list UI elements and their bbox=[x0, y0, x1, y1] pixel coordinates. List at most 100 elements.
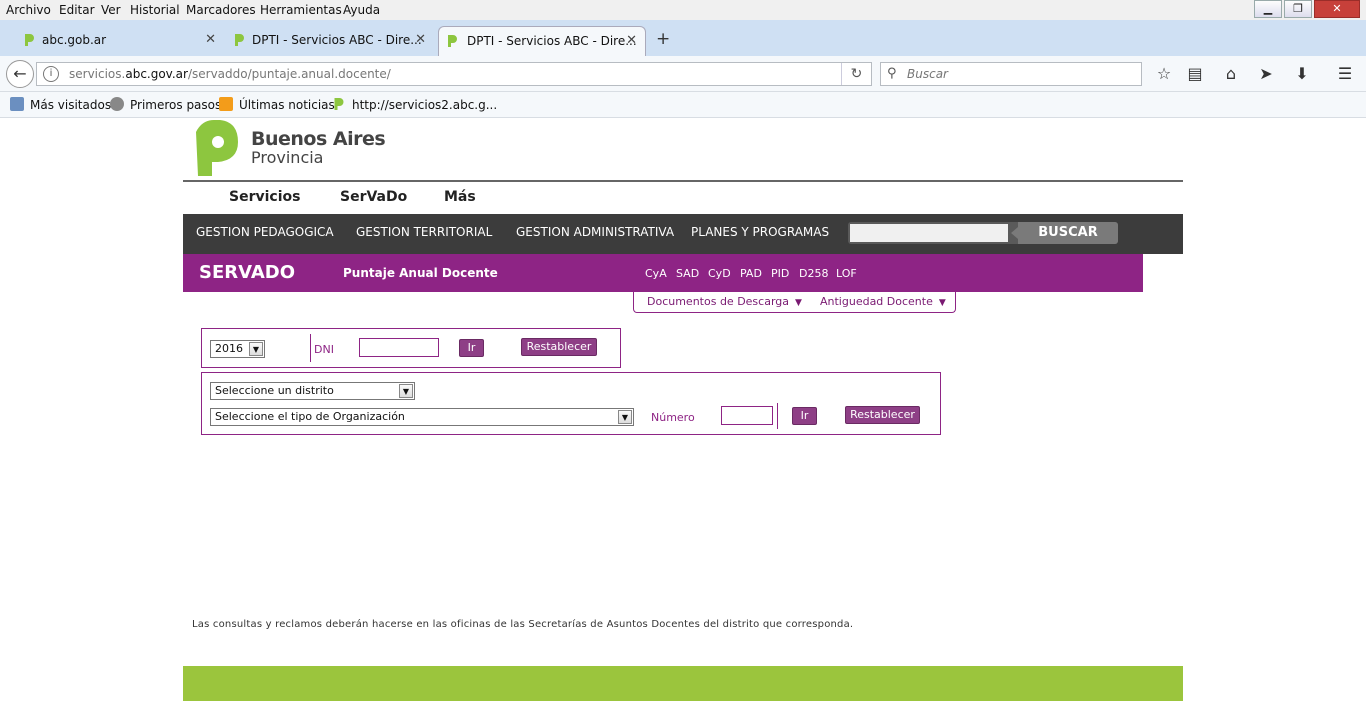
home-icon[interactable]: ⌂ bbox=[1219, 62, 1243, 86]
close-tab-icon[interactable]: ✕ bbox=[415, 32, 426, 47]
chevron-down-icon: ▼ bbox=[399, 384, 413, 398]
servado-title[interactable]: SERVADO bbox=[199, 262, 295, 283]
tab-dpti-active[interactable]: DPTI - Servicios ABC - Dire... ✕ bbox=[438, 26, 646, 56]
buenos-aires-logo[interactable]: Buenos Aires Provincia bbox=[194, 118, 394, 180]
distrito-select[interactable]: Seleccione un distrito ▼ bbox=[210, 382, 415, 400]
new-tab-button[interactable]: + bbox=[656, 29, 670, 49]
dni-go-button[interactable]: Ir bbox=[459, 339, 484, 357]
tab-label: DPTI - Servicios ABC - Dire... bbox=[252, 33, 422, 47]
menu-archivo[interactable]: Archivo bbox=[6, 3, 51, 17]
dni-input[interactable] bbox=[359, 338, 439, 357]
tipo-organizacion-select[interactable]: Seleccione el tipo de Organización ▼ bbox=[210, 408, 634, 426]
site-search-input[interactable] bbox=[850, 224, 1008, 242]
brand-line2: Provincia bbox=[251, 148, 324, 167]
globe-icon bbox=[110, 97, 124, 111]
pba-leaf-icon bbox=[235, 34, 244, 46]
organization-reset-button[interactable]: Restablecer bbox=[845, 406, 920, 424]
link-sad[interactable]: SAD bbox=[676, 267, 699, 280]
nav-mas[interactable]: Más bbox=[444, 189, 476, 205]
rss-icon bbox=[219, 97, 233, 111]
reload-icon[interactable]: ↻ bbox=[841, 63, 871, 85]
nav-gestion-pedagogica[interactable]: GESTION PEDAGOGICA bbox=[196, 225, 334, 239]
buscar-button[interactable]: BUSCAR bbox=[1018, 222, 1118, 244]
nav-planes-y-programas[interactable]: PLANES Y PROGRAMAS bbox=[691, 225, 829, 239]
hamburger-menu-icon[interactable]: ☰ bbox=[1333, 62, 1357, 86]
maximize-button[interactable]: ❐ bbox=[1284, 0, 1312, 18]
bookmark-primeros-pasos[interactable]: Primeros pasos bbox=[110, 97, 221, 112]
most-visited-icon bbox=[10, 97, 24, 111]
pba-leaf-icon bbox=[334, 98, 344, 110]
chevron-down-icon: ▼ bbox=[618, 410, 632, 424]
url-text: servicios.abc.gov.ar/servaddo/puntaje.an… bbox=[69, 67, 391, 81]
window-controls: ▁ ❐ ✕ bbox=[1252, 0, 1360, 20]
link-pid[interactable]: PID bbox=[771, 267, 789, 280]
send-icon[interactable]: ➤ bbox=[1254, 62, 1278, 86]
menu-documentos-de-descarga[interactable]: Documentos de Descarga ▼ bbox=[647, 295, 802, 308]
pba-leaf-icon bbox=[25, 34, 34, 46]
menu-ayuda[interactable]: Ayuda bbox=[343, 3, 380, 17]
back-arrow-icon: ← bbox=[13, 64, 27, 83]
bookmarks-toolbar: Más visitados Primeros pasos Últimas not… bbox=[0, 92, 1366, 118]
nav-servado[interactable]: SerVaDo bbox=[340, 189, 407, 205]
servado-subtitle: Puntaje Anual Docente bbox=[343, 266, 498, 280]
bookmark-ultimas-noticias[interactable]: Últimas noticias bbox=[219, 97, 335, 112]
close-window-button[interactable]: ✕ bbox=[1314, 0, 1360, 18]
dropdown-arrow-icon: ▼ bbox=[938, 298, 946, 308]
nav-servicios[interactable]: Servicios bbox=[229, 189, 300, 205]
menu-historial[interactable]: Historial bbox=[130, 3, 180, 17]
bookmark-mas-visitados[interactable]: Más visitados bbox=[10, 97, 111, 112]
close-tab-icon[interactable]: ✕ bbox=[626, 33, 637, 48]
search-placeholder: Buscar bbox=[907, 67, 948, 81]
servado-header: SERVADO Puntaje Anual Docente CyA SAD Cy… bbox=[183, 254, 1143, 292]
header-divider bbox=[183, 180, 1183, 182]
link-d258[interactable]: D258 bbox=[799, 267, 828, 280]
address-bar[interactable]: i servicios.abc.gov.ar/servaddo/puntaje.… bbox=[36, 62, 872, 86]
dni-reset-button[interactable]: Restablecer bbox=[521, 338, 597, 356]
menu-herramientas[interactable]: Herramientas bbox=[260, 3, 342, 17]
tab-bar: abc.gob.ar ✕ DPTI - Servicios ABC - Dire… bbox=[0, 20, 1366, 56]
year-select[interactable]: 2016 ▼ bbox=[210, 340, 265, 358]
nav-gestion-administrativa[interactable]: GESTION ADMINISTRATIVA bbox=[516, 225, 674, 239]
menu-editar[interactable]: Editar bbox=[59, 3, 95, 17]
nav-gestion-territorial[interactable]: GESTION TERRITORIAL bbox=[356, 225, 492, 239]
servado-dropdown-menus: Documentos de Descarga ▼ Antiguedad Docen… bbox=[633, 292, 956, 313]
bookmark-servicios2[interactable]: http://servicios2.abc.g... bbox=[332, 97, 497, 112]
download-icon[interactable]: ⬇ bbox=[1290, 62, 1314, 86]
dni-label: DNI bbox=[314, 343, 334, 356]
divider bbox=[310, 334, 311, 362]
dni-search-form: 2016 ▼ DNI Ir Restablecer bbox=[201, 328, 621, 368]
search-icon: ⚲ bbox=[887, 66, 897, 81]
reading-list-icon[interactable]: ▤ bbox=[1183, 62, 1207, 86]
tab-abc-gob[interactable]: abc.gob.ar ✕ bbox=[20, 26, 224, 56]
consultation-note: Las consultas y reclamos deberán hacerse… bbox=[192, 619, 854, 630]
back-button[interactable]: ← bbox=[6, 60, 34, 88]
tab-label: abc.gob.ar bbox=[42, 33, 107, 47]
chevron-down-icon: ▼ bbox=[249, 342, 263, 356]
organization-search-form: Seleccione un distrito ▼ Seleccione el t… bbox=[201, 372, 941, 435]
search-arrow-icon bbox=[1011, 227, 1018, 239]
section-nav-bar: GESTION PEDAGOGICA GESTION TERRITORIAL G… bbox=[183, 214, 1183, 254]
link-pad[interactable]: PAD bbox=[740, 267, 762, 280]
link-cya[interactable]: CyA bbox=[645, 267, 667, 280]
pba-logo-mark bbox=[196, 120, 238, 176]
menu-ver[interactable]: Ver bbox=[101, 3, 121, 17]
dropdown-arrow-icon: ▼ bbox=[795, 298, 802, 308]
menu-bar: Archivo Editar Ver Historial Marcadores … bbox=[0, 0, 1366, 20]
menu-marcadores[interactable]: Marcadores bbox=[186, 3, 256, 17]
close-tab-icon[interactable]: ✕ bbox=[205, 32, 216, 47]
page-footer bbox=[183, 666, 1183, 701]
bookmark-star-icon[interactable]: ☆ bbox=[1152, 62, 1176, 86]
brand-line1: Buenos Aires bbox=[251, 128, 386, 150]
tab-dpti-1[interactable]: DPTI - Servicios ABC - Dire... ✕ bbox=[230, 26, 434, 56]
info-icon[interactable]: i bbox=[43, 66, 59, 82]
tab-label: DPTI - Servicios ABC - Dire... bbox=[467, 34, 637, 48]
minimize-button[interactable]: ▁ bbox=[1254, 0, 1282, 18]
numero-input[interactable] bbox=[721, 406, 773, 425]
navigation-bar: ← i servicios.abc.gov.ar/servaddo/puntaj… bbox=[0, 56, 1366, 92]
menu-antiguedad-docente[interactable]: Antiguedad Docente ▼ bbox=[820, 295, 946, 308]
organization-go-button[interactable]: Ir bbox=[792, 407, 817, 425]
search-input[interactable]: ⚲ Buscar bbox=[880, 62, 1142, 86]
link-cyd[interactable]: CyD bbox=[708, 267, 731, 280]
link-lof[interactable]: LOF bbox=[836, 267, 857, 280]
divider bbox=[777, 403, 778, 429]
